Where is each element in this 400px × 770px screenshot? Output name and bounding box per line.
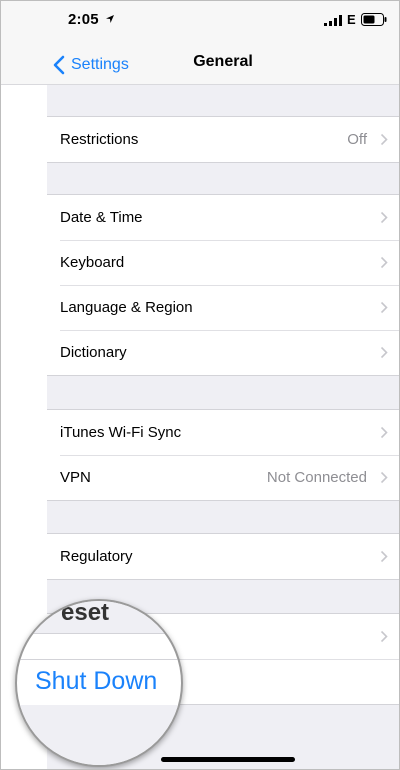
lens-bottom-background bbox=[17, 705, 181, 765]
status-bar: 2:05 E bbox=[1, 1, 399, 45]
vpn-row[interactable]: VPN Not Connected bbox=[47, 455, 399, 500]
network-type: E bbox=[347, 12, 356, 27]
row-detail: Not Connected bbox=[266, 469, 367, 486]
settings-group-locale: Date & Time Keyboard Language & Region D… bbox=[47, 194, 399, 376]
row-label: Dictionary bbox=[60, 344, 127, 361]
status-time: 2:05 bbox=[68, 11, 99, 28]
chevron-right-icon bbox=[380, 256, 388, 269]
page-title: General bbox=[193, 53, 253, 70]
divider bbox=[17, 659, 181, 660]
row-label: iTunes Wi-Fi Sync bbox=[60, 424, 182, 441]
chevron-right-icon bbox=[380, 426, 388, 439]
battery-icon bbox=[361, 13, 387, 26]
chevron-right-icon bbox=[380, 471, 388, 484]
location-arrow-icon bbox=[106, 15, 114, 23]
regulatory-row[interactable]: Regulatory bbox=[47, 534, 399, 579]
row-label: Date & Time bbox=[60, 209, 143, 226]
language-region-row[interactable]: Language & Region bbox=[47, 285, 399, 330]
cellular-signal-icon bbox=[324, 15, 342, 26]
restrictions-row[interactable]: Restrictions Off bbox=[47, 117, 399, 162]
home-indicator[interactable] bbox=[161, 757, 295, 762]
lens-reset-label: eset bbox=[61, 599, 110, 626]
chevron-right-icon bbox=[380, 346, 388, 359]
phone-screenshot: 2:05 E Settings General Restrictions Off… bbox=[0, 0, 400, 770]
date-time-row[interactable]: Date & Time bbox=[47, 195, 399, 240]
row-label: Language & Region bbox=[60, 299, 193, 316]
row-detail: Off bbox=[347, 131, 367, 148]
chevron-right-icon bbox=[380, 133, 388, 146]
row-label: Regulatory bbox=[60, 548, 133, 565]
row-label: VPN bbox=[60, 469, 91, 486]
dictionary-row[interactable]: Dictionary bbox=[47, 330, 399, 375]
magnifier-lens: eset Shut Down bbox=[15, 599, 183, 767]
chevron-right-icon bbox=[380, 301, 388, 314]
keyboard-row[interactable]: Keyboard bbox=[47, 240, 399, 285]
row-label: Restrictions bbox=[60, 131, 139, 148]
chevron-right-icon bbox=[380, 630, 388, 643]
divider bbox=[17, 633, 181, 634]
navigation-bar: Settings General bbox=[1, 45, 399, 85]
settings-group-restrictions: Restrictions Off bbox=[47, 116, 399, 163]
shut-down-button[interactable]: Shut Down bbox=[35, 667, 157, 696]
settings-group-sync: iTunes Wi-Fi Sync VPN Not Connected bbox=[47, 409, 399, 501]
settings-group-regulatory: Regulatory bbox=[47, 533, 399, 580]
row-label: Keyboard bbox=[60, 254, 125, 271]
itunes-wifi-sync-row[interactable]: iTunes Wi-Fi Sync bbox=[47, 410, 399, 455]
chevron-right-icon bbox=[380, 550, 388, 563]
chevron-right-icon bbox=[380, 211, 388, 224]
